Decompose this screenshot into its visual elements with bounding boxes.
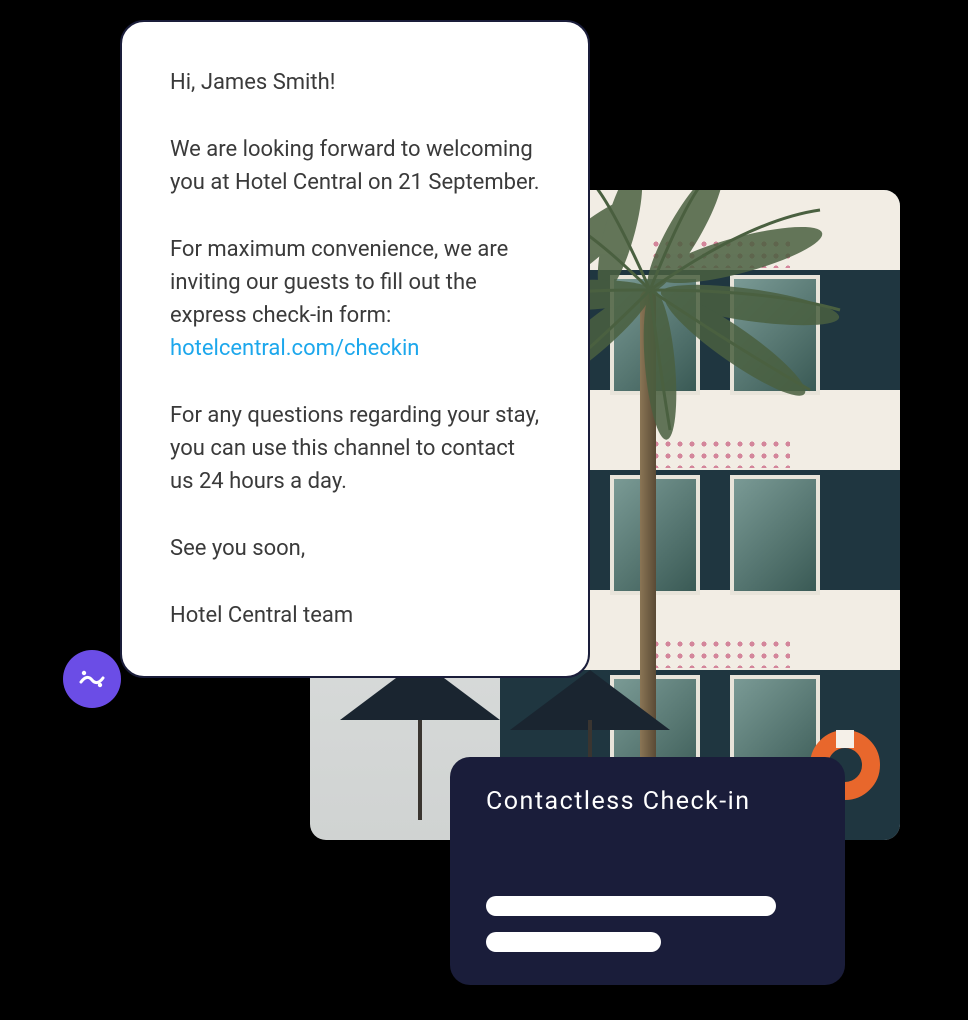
flowers bbox=[650, 638, 790, 668]
checkin-invite-text: For maximum convenience, we are inviting… bbox=[170, 233, 540, 365]
checkin-link[interactable]: hotelcentral.com/checkin bbox=[170, 336, 419, 361]
checkin-card-title: Contactless Check-in bbox=[486, 787, 809, 816]
welcome-text: We are looking forward to welcoming you … bbox=[170, 133, 540, 199]
placeholder-bar bbox=[486, 896, 776, 916]
greeting-text: Hi, James Smith! bbox=[170, 66, 540, 99]
brand-badge bbox=[63, 650, 121, 708]
brand-logo-icon bbox=[77, 664, 107, 694]
closing-text: See you soon, bbox=[170, 532, 540, 565]
placeholder-bar bbox=[486, 932, 661, 952]
welcome-message-card: Hi, James Smith! We are looking forward … bbox=[120, 20, 590, 678]
umbrella-pole bbox=[418, 720, 422, 820]
window bbox=[730, 475, 820, 595]
questions-text: For any questions regarding your stay, y… bbox=[170, 399, 540, 498]
signature-text: Hotel Central team bbox=[170, 599, 540, 632]
convenience-text: For maximum convenience, we are inviting… bbox=[170, 237, 508, 328]
contactless-checkin-card: Contactless Check-in bbox=[450, 757, 845, 985]
